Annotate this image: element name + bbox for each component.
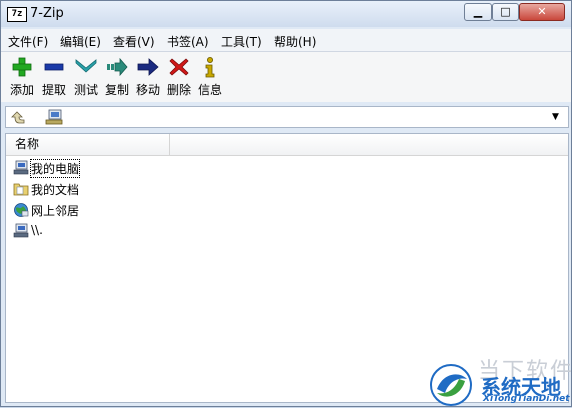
menu-edit[interactable]: 编辑(E)	[60, 33, 101, 50]
computer-icon	[13, 223, 29, 238]
address-dropdown-icon[interactable]: ▼	[552, 112, 559, 122]
list-item-label: 我的电脑	[29, 159, 81, 178]
delete-icon	[169, 58, 189, 76]
toolbar: 添加 提取 测试 复制 移动 删除 信息	[1, 52, 571, 102]
list-item[interactable]: 我的电脑	[13, 159, 91, 178]
close-button[interactable]: ✕	[519, 3, 565, 21]
menu-tools[interactable]: 工具(T)	[221, 33, 262, 50]
menu-view[interactable]: 查看(V)	[113, 33, 155, 50]
documents-folder-icon	[13, 183, 29, 196]
title-bar[interactable]: 7z 7-Zip ▁ □ ✕	[1, 1, 571, 27]
list-item[interactable]: \\.	[13, 222, 73, 241]
add-button[interactable]: 添加	[6, 56, 38, 100]
test-icon	[75, 59, 97, 73]
watermark: 当下软件园 系统天地 XiTongTianDi.net	[426, 353, 572, 408]
copy-label: 复制	[104, 83, 129, 97]
list-item-label: 网上邻居	[31, 204, 80, 218]
menu-file[interactable]: 文件(F)	[8, 33, 48, 50]
info-button[interactable]: 信息	[194, 56, 226, 100]
window-title: 7-Zip	[30, 6, 64, 21]
maximize-button[interactable]: □	[492, 3, 519, 21]
info-icon	[205, 57, 215, 78]
move-button[interactable]: 移动	[132, 56, 164, 100]
list-item[interactable]: 网上邻居	[13, 201, 91, 220]
watermark-logo-icon	[430, 364, 472, 406]
column-header-name[interactable]: 名称	[6, 134, 170, 155]
main-window: 7z 7-Zip ▁ □ ✕ 文件(F) 编辑(E) 查看(V) 书签(A) 工…	[0, 0, 572, 407]
menu-bar: 文件(F) 编辑(E) 查看(V) 书签(A) 工具(T) 帮助(H)	[1, 29, 571, 52]
app-icon: 7z	[7, 7, 27, 22]
extract-label: 提取	[41, 83, 66, 97]
address-bar: ▼	[5, 106, 569, 128]
delete-label: 删除	[166, 83, 191, 97]
list-item-label: \\.	[31, 223, 43, 237]
test-label: 测试	[73, 83, 98, 97]
move-label: 移动	[135, 83, 160, 97]
extract-icon	[44, 63, 64, 71]
copy-icon	[107, 57, 128, 77]
copy-button[interactable]: 复制	[101, 56, 133, 100]
delete-button[interactable]: 删除	[163, 56, 195, 100]
up-folder-icon[interactable]	[9, 109, 27, 125]
list-item[interactable]: 我的文档	[13, 180, 91, 199]
move-icon	[137, 58, 159, 76]
address-input[interactable]	[68, 108, 550, 128]
add-label: 添加	[9, 83, 34, 97]
computer-icon	[13, 160, 29, 175]
list-item-label: 我的文档	[31, 183, 80, 197]
test-button[interactable]: 测试	[70, 56, 102, 100]
minimize-button[interactable]: ▁	[464, 3, 492, 21]
add-icon	[12, 57, 32, 77]
column-header-row: 名称	[6, 134, 568, 156]
computer-icon	[45, 109, 63, 125]
menu-bookmarks[interactable]: 书签(A)	[167, 33, 209, 50]
info-label: 信息	[197, 83, 222, 97]
watermark-subtitle: XiTongTianDi.net	[483, 394, 570, 404]
extract-button[interactable]: 提取	[38, 56, 70, 100]
network-icon	[14, 203, 29, 217]
menu-help[interactable]: 帮助(H)	[274, 33, 316, 50]
